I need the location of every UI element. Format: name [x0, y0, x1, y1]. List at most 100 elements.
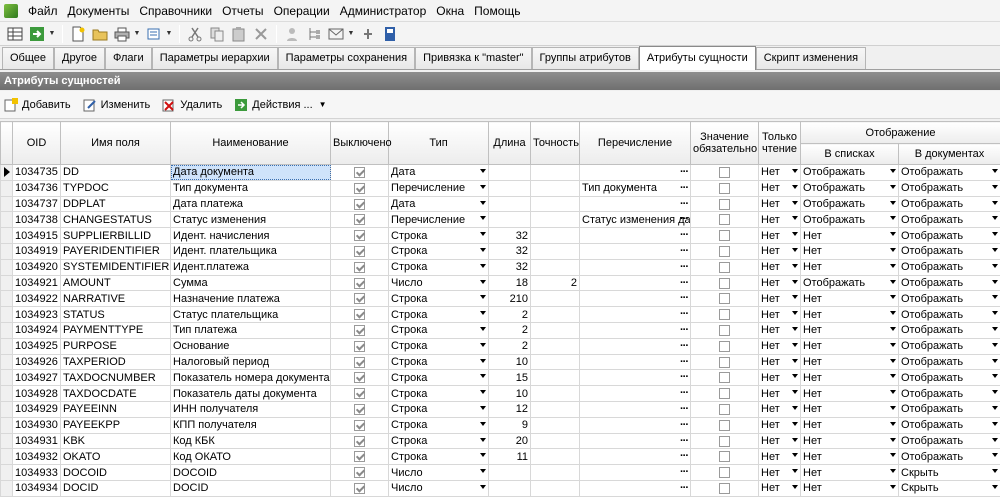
cell-field[interactable]: KBK	[60, 432, 171, 450]
cell-in-docs[interactable]: Отображать	[898, 211, 1000, 229]
cell-in-lists[interactable]: Нет	[800, 464, 899, 481]
cell-precision[interactable]	[530, 306, 580, 323]
chevron-down-icon[interactable]	[480, 169, 486, 173]
table-row[interactable]: 1034735 DD Дата документа Дата ··· Нет Отображ…	[0, 164, 1000, 181]
chevron-down-icon[interactable]	[792, 421, 798, 426]
chevron-down-icon[interactable]	[992, 358, 998, 363]
add-button[interactable]: Добавить	[4, 97, 71, 112]
cell-disabled[interactable]	[330, 432, 389, 450]
cell-in-lists[interactable]: Нет	[800, 290, 899, 308]
chevron-down-icon[interactable]	[992, 169, 998, 173]
tab-flags[interactable]: Флаги	[104, 47, 152, 69]
cell-disabled[interactable]	[330, 416, 389, 434]
cell-length[interactable]: 210	[488, 290, 531, 308]
chevron-down-icon[interactable]	[890, 374, 896, 379]
edit-button[interactable]: Изменить	[83, 98, 150, 112]
cell-name[interactable]: Идент.платежа	[170, 258, 331, 276]
cell-required[interactable]	[690, 353, 759, 371]
new-document-icon[interactable]	[69, 25, 87, 43]
cell-in-docs[interactable]: Отображать	[898, 369, 1000, 387]
chevron-down-icon[interactable]	[890, 421, 896, 426]
chevron-down-icon[interactable]	[890, 405, 896, 410]
chevron-down-icon[interactable]	[480, 295, 486, 300]
tab-general[interactable]: Общее	[2, 47, 55, 69]
cell-in-docs[interactable]: Отображать	[898, 227, 1000, 244]
cell-name[interactable]: Показатель номера документа	[170, 369, 331, 387]
required-checkbox[interactable]	[719, 372, 730, 384]
row-indicator[interactable]	[0, 337, 13, 355]
disabled-checkbox[interactable]	[354, 419, 365, 431]
cell-disabled[interactable]	[330, 179, 389, 197]
table-row[interactable]: 1034933 DOCOID DOCOID Число ··· Нет Нет Скрыть	[0, 464, 1000, 481]
chevron-down-icon[interactable]	[992, 247, 998, 252]
row-indicator[interactable]	[0, 369, 13, 387]
menu-file[interactable]: Файл	[23, 1, 63, 21]
table-row[interactable]: 1034915 SUPPLIERBILLID Идент. начисления Ст…	[0, 227, 1000, 244]
cell-name[interactable]: Налоговый период	[170, 353, 331, 371]
cell-enum[interactable]: ···	[579, 385, 691, 402]
cell-field[interactable]: DOCID	[60, 479, 171, 497]
cell-precision[interactable]	[530, 416, 580, 434]
open-folder-icon[interactable]	[91, 25, 109, 43]
cell-in-docs[interactable]: Отображать	[898, 432, 1000, 450]
cell-enum[interactable]: ···	[579, 290, 691, 308]
cell-in-lists[interactable]: Нет	[800, 353, 899, 371]
required-checkbox[interactable]	[719, 482, 730, 494]
cell-field[interactable]: STATUS	[60, 306, 171, 323]
required-checkbox[interactable]	[719, 324, 730, 336]
chevron-down-icon[interactable]	[480, 184, 486, 189]
chevron-down-icon[interactable]	[992, 184, 998, 189]
cell-required[interactable]	[690, 164, 759, 181]
cell-name[interactable]: Дата платежа	[170, 195, 331, 213]
chevron-down-icon[interactable]	[890, 358, 896, 363]
chevron-down-icon[interactable]	[792, 374, 798, 379]
cell-readonly[interactable]: Нет	[758, 242, 801, 260]
disabled-checkbox[interactable]	[354, 482, 365, 494]
ellipsis-icon[interactable]: ···	[680, 260, 689, 274]
chevron-down-icon[interactable]	[992, 232, 998, 237]
disabled-checkbox[interactable]	[354, 182, 365, 194]
cut-icon[interactable]	[186, 25, 204, 43]
required-checkbox[interactable]	[719, 403, 730, 415]
chevron-down-icon[interactable]	[890, 326, 896, 331]
chevron-down-icon[interactable]	[792, 437, 798, 442]
cell-in-lists[interactable]: Нет	[800, 242, 899, 260]
cell-field[interactable]: CHANGESTATUS	[60, 211, 171, 229]
cell-length[interactable]: 15	[488, 369, 531, 387]
cell-required[interactable]	[690, 432, 759, 450]
menu-reports[interactable]: Отчеты	[217, 1, 268, 21]
cell-in-lists[interactable]: Нет	[800, 448, 899, 466]
disabled-checkbox[interactable]	[354, 293, 365, 305]
row-indicator[interactable]	[0, 290, 13, 308]
cell-name[interactable]: Статус изменения	[170, 211, 331, 229]
ellipsis-icon[interactable]: ···	[680, 165, 689, 179]
cell-name[interactable]: Код ОКАТО	[170, 448, 331, 466]
cell-enum[interactable]: ···	[579, 321, 691, 339]
disabled-checkbox[interactable]	[354, 372, 365, 384]
cell-length[interactable]: 9	[488, 416, 531, 434]
copy-icon[interactable]	[208, 25, 226, 43]
cell-required[interactable]	[690, 242, 759, 260]
menu-documents[interactable]: Документы	[63, 1, 135, 21]
cell-readonly[interactable]: Нет	[758, 448, 801, 466]
chevron-down-icon[interactable]	[992, 263, 998, 268]
cell-precision[interactable]	[530, 227, 580, 244]
cell-name[interactable]: Сумма	[170, 274, 331, 292]
cell-precision[interactable]	[530, 179, 580, 197]
ellipsis-icon[interactable]: ···	[680, 308, 689, 322]
cell-in-lists[interactable]: Нет	[800, 432, 899, 450]
grid-icon[interactable]	[6, 25, 24, 43]
chevron-down-icon[interactable]	[992, 390, 998, 395]
cell-disabled[interactable]	[330, 369, 389, 387]
cell-type[interactable]: Строка	[388, 242, 489, 260]
ellipsis-icon[interactable]: ···	[680, 466, 689, 480]
menu-administrator[interactable]: Администратор	[335, 1, 432, 21]
header-length[interactable]: Длина	[488, 121, 531, 165]
row-indicator[interactable]	[0, 211, 13, 229]
chevron-down-icon[interactable]	[792, 484, 798, 489]
chevron-down-icon[interactable]	[480, 311, 486, 316]
required-checkbox[interactable]	[719, 230, 730, 242]
chevron-down-icon[interactable]	[890, 216, 896, 221]
cell-disabled[interactable]	[330, 274, 389, 292]
chevron-down-icon[interactable]	[992, 326, 998, 331]
